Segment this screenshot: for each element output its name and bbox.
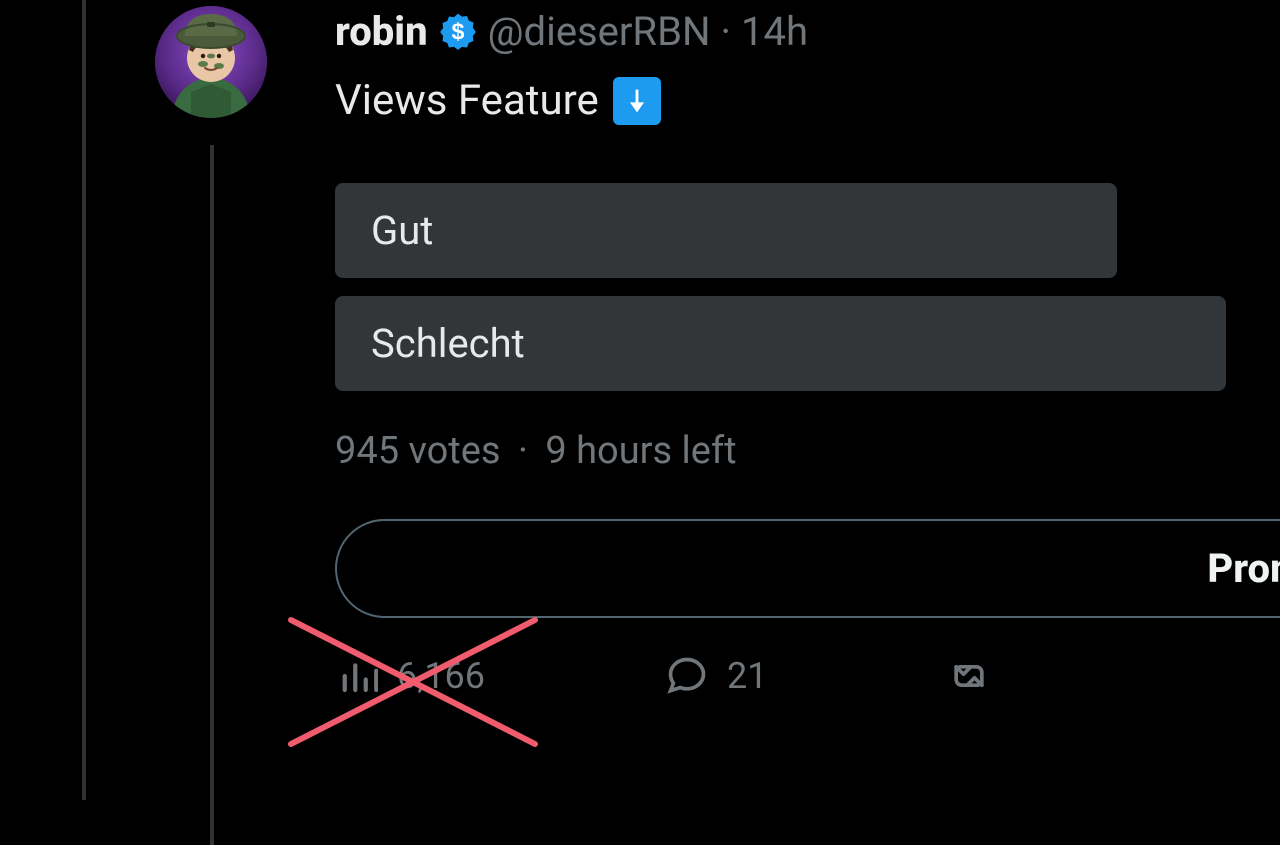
tweet-text: Views Feature [335, 76, 1280, 125]
views-count: 6,166 [397, 655, 485, 697]
poll-meta: 945 votes · 9 hours left [335, 429, 1244, 473]
svg-text:$: $ [451, 19, 464, 45]
tweet: robin $ @dieserRBN · 14h Views Feature G… [155, 6, 1280, 698]
views-action[interactable]: 6,166 [335, 654, 485, 698]
poll-meta-separator: · [518, 429, 528, 473]
retweet-icon [947, 654, 991, 698]
poll-option-1[interactable]: Gut [335, 183, 1117, 278]
display-name[interactable]: robin [335, 10, 428, 54]
views-bar-chart-icon [335, 654, 379, 698]
tweet-text-content: Views Feature [335, 76, 599, 125]
poll: Gut Schlecht 945 votes · 9 hours left [335, 183, 1244, 473]
user-handle[interactable]: @dieserRBN [488, 10, 711, 54]
poll-option-2[interactable]: Schlecht [335, 296, 1226, 391]
retweet-action[interactable] [947, 654, 991, 698]
promote-button-label: Promote [1207, 545, 1280, 592]
reply-count: 21 [727, 655, 767, 697]
tweet-action-bar: 6,166 21 [335, 654, 1280, 698]
reply-action[interactable]: 21 [665, 654, 767, 698]
down-arrow-emoji-icon [613, 77, 661, 125]
avatar[interactable] [155, 6, 267, 118]
reply-bubble-icon [665, 654, 709, 698]
avatar-image [155, 6, 267, 118]
tweet-timestamp[interactable]: 14h [741, 10, 808, 54]
verified-dollar-badge-icon: $ [438, 12, 478, 52]
promote-button[interactable]: Promote [335, 519, 1280, 618]
left-border-rail [82, 0, 86, 800]
header-separator: · [721, 10, 731, 54]
tweet-header: robin $ @dieserRBN · 14h [335, 10, 1280, 54]
poll-time-left: 9 hours left [545, 429, 736, 473]
poll-option-1-label: Gut [371, 207, 433, 254]
poll-votes-count: 945 votes [335, 429, 501, 473]
poll-option-2-label: Schlecht [371, 320, 525, 367]
tweet-content: robin $ @dieserRBN · 14h Views Feature G… [335, 10, 1280, 698]
